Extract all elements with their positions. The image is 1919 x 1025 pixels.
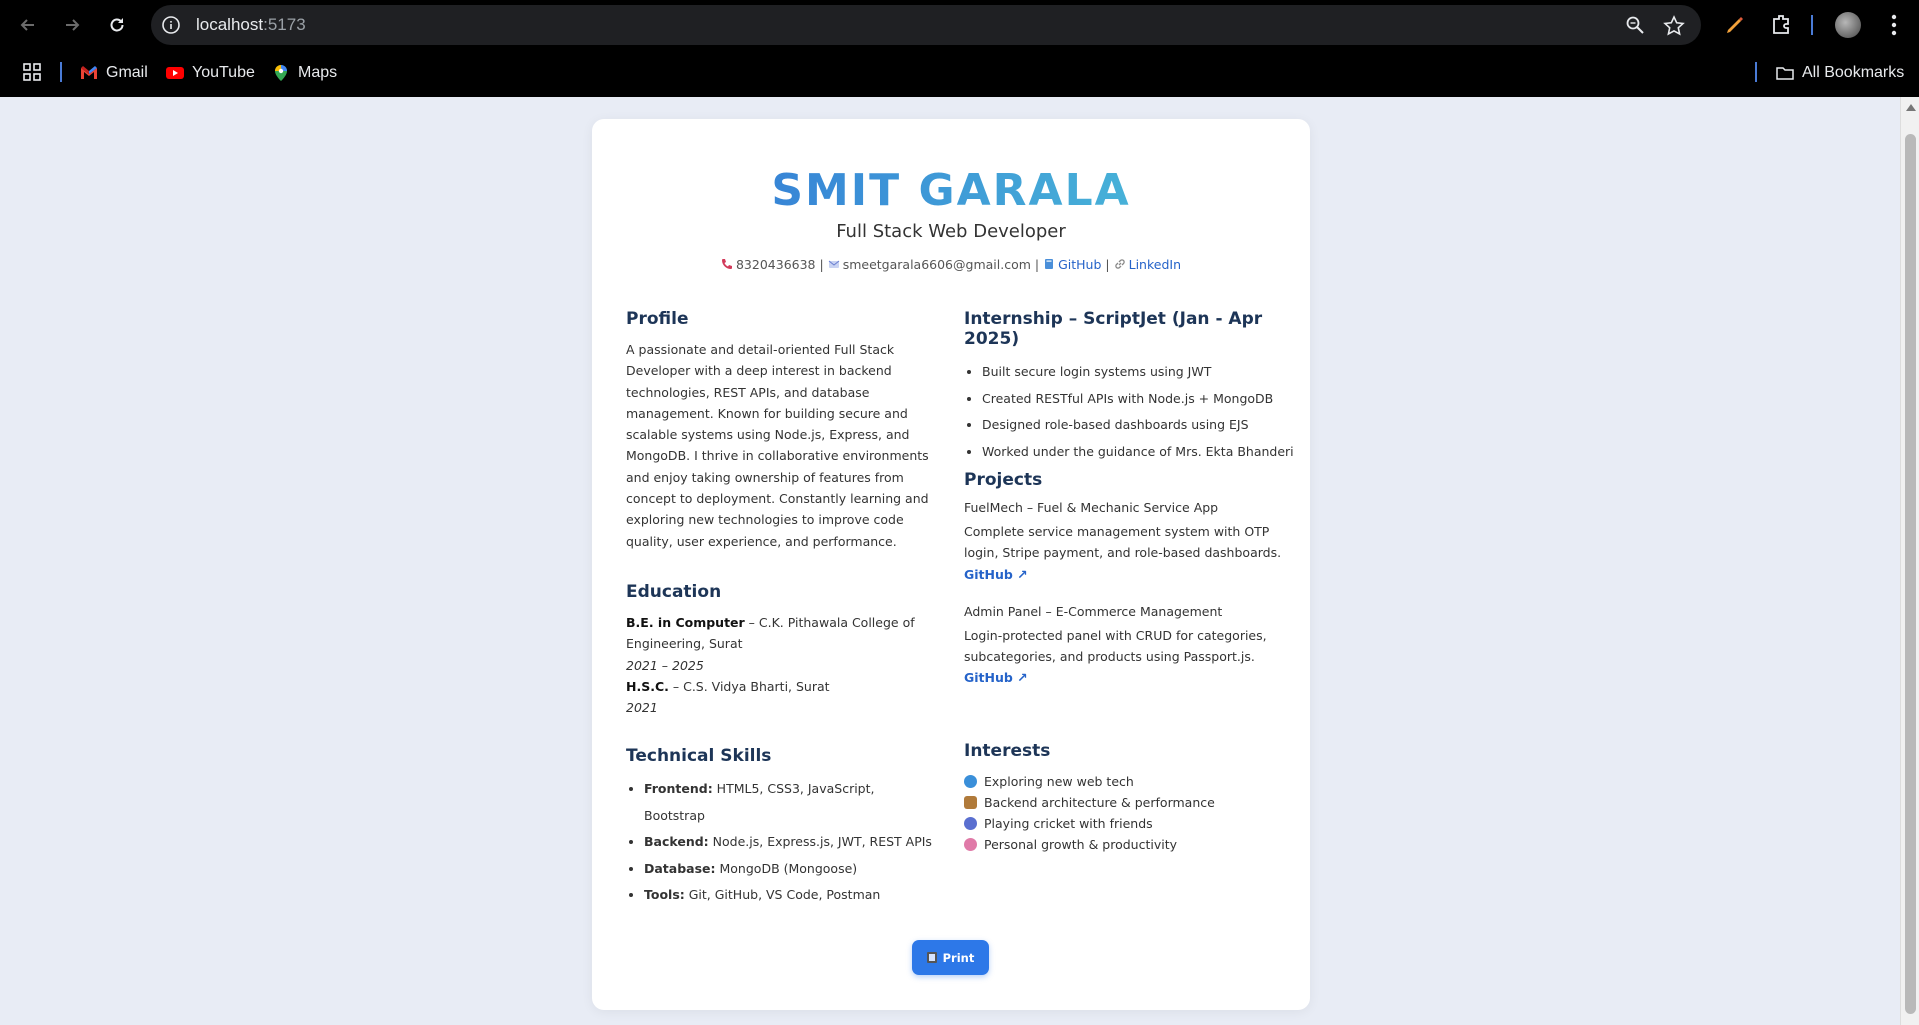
project-description: Login-protected panel with CRUD for cate… — [964, 627, 1267, 664]
site-info-icon[interactable] — [161, 15, 181, 35]
scroll-up-arrow[interactable] — [1906, 104, 1916, 111]
projects-section: Projects FuelMech – Fuel & Mechanic Serv… — [964, 470, 1294, 688]
project-github-link[interactable]: GitHub ↗ — [964, 667, 1028, 688]
section-heading: Internship – ScriptJet (Jan - Apr 2025) — [964, 309, 1263, 349]
interest-item: Personal growth & productivity — [964, 834, 1294, 855]
phone-text: 8320436638 — [735, 257, 816, 272]
browser-toolbar: localhost:5173 — [0, 0, 1919, 50]
apps-grid-icon[interactable] — [23, 63, 41, 81]
toolbar-divider — [1811, 15, 1813, 35]
contact-separator: | — [1034, 257, 1040, 272]
gmail-icon — [81, 66, 97, 79]
address-bar[interactable]: localhost:5173 — [151, 5, 1701, 45]
reload-icon[interactable] — [103, 11, 131, 39]
contact-line: 8320436638 | smeetgarala6606@gmail.com |… — [592, 257, 1310, 272]
section-heading: Technical Skills — [626, 746, 772, 766]
vertical-scrollbar[interactable] — [1900, 97, 1919, 1025]
profile-avatar[interactable] — [1835, 12, 1861, 38]
profile-text: A passionate and detail-oriented Full St… — [626, 342, 929, 549]
interest-item: Backend architecture & performance — [964, 792, 1294, 813]
bookmark-star-icon[interactable] — [1663, 15, 1685, 37]
bookmarks-divider-right — [1755, 62, 1757, 82]
brain-icon — [964, 838, 977, 851]
youtube-icon — [166, 67, 184, 79]
skill-item: Backend: Node.js, Express.js, JWT, REST … — [644, 829, 938, 856]
forward-icon[interactable] — [58, 11, 86, 39]
skill-item: Database: MongoDB (Mongoose) — [644, 856, 938, 883]
internship-item: Created RESTful APIs with Node.js + Mong… — [982, 386, 1294, 413]
section-heading: Education — [626, 582, 722, 602]
print-label: Print — [942, 950, 975, 965]
skills-list: Frontend: HTML5, CSS3, JavaScript, Boots… — [626, 776, 938, 909]
pen-extension-icon[interactable] — [1723, 13, 1747, 37]
printer-icon — [926, 952, 937, 963]
resume-name: SMIT GARALA — [592, 165, 1310, 216]
bookmarks-bar: Gmail YouTube Maps All Bookmarks — [0, 50, 1919, 97]
section-heading: Profile — [626, 309, 689, 329]
interest-item: Exploring new web tech — [964, 771, 1294, 792]
education-item: B.E. in Computer – C.K. Pithawala Colleg… — [626, 615, 915, 652]
bookmark-gmail[interactable]: Gmail — [80, 62, 148, 84]
book-icon — [1045, 259, 1054, 269]
email-text: smeetgarala6606@gmail.com — [842, 257, 1031, 272]
github-link[interactable]: GitHub — [1058, 257, 1101, 272]
profile-section: Profile A passionate and detail-oriented… — [626, 309, 938, 552]
back-icon[interactable] — [14, 11, 42, 39]
contact-separator: | — [1105, 257, 1110, 272]
contact-separator: | — [819, 257, 824, 272]
package-icon — [964, 796, 977, 809]
extensions-icon[interactable] — [1770, 13, 1794, 37]
interest-item: Playing cricket with friends — [964, 813, 1294, 834]
internship-item: Designed role-based dashboards using EJS — [982, 412, 1294, 439]
globe-icon — [964, 775, 977, 788]
email-icon — [828, 260, 840, 268]
skill-item: Frontend: HTML5, CSS3, JavaScript, Boots… — [644, 776, 938, 829]
bookmark-maps[interactable]: Maps — [272, 62, 337, 84]
bookmark-youtube[interactable]: YouTube — [166, 62, 255, 84]
resume-card: SMIT GARALA Full Stack Web Developer 832… — [592, 119, 1310, 1010]
link-icon — [1114, 259, 1125, 269]
skill-item: Tools: Git, GitHub, VS Code, Postman — [644, 882, 938, 909]
linkedin-link[interactable]: LinkedIn — [1129, 257, 1181, 272]
folder-icon — [1776, 67, 1794, 80]
internship-list: Built secure login systems using JWT Cre… — [964, 359, 1294, 465]
maps-icon — [275, 65, 287, 81]
more-menu-icon[interactable] — [1884, 12, 1904, 38]
resume-role: Full Stack Web Developer — [836, 221, 1066, 242]
skills-section: Technical Skills Frontend: HTML5, CSS3, … — [626, 746, 938, 909]
project-title: Admin Panel – E-Commerce Management — [964, 603, 1223, 619]
cricket-icon — [964, 817, 977, 830]
education-years: 2021 — [626, 700, 658, 716]
education-years: 2021 – 2025 — [626, 657, 704, 673]
print-button[interactable]: Print — [912, 940, 989, 975]
zoom-icon[interactable] — [1625, 15, 1645, 35]
internship-section: Internship – ScriptJet (Jan - Apr 2025) … — [964, 309, 1294, 465]
education-section: Education B.E. in Computer – C.K. Pithaw… — [626, 582, 938, 718]
all-bookmarks-button[interactable]: All Bookmarks — [1776, 62, 1904, 84]
project-github-link[interactable]: GitHub ↗ — [964, 564, 1028, 585]
project-title: FuelMech – Fuel & Mechanic Service App — [964, 500, 1219, 515]
scrollbar-thumb[interactable] — [1905, 134, 1916, 1014]
interests-section: Interests Exploring new web tech Backend… — [964, 741, 1294, 855]
education-item: H.S.C. – C.S. Vidya Bharti, Surat — [626, 678, 830, 694]
url-text[interactable]: localhost:5173 — [196, 15, 306, 35]
section-heading: Interests — [964, 741, 1051, 761]
bookmarks-divider — [60, 62, 62, 82]
section-heading: Projects — [964, 470, 1043, 490]
internship-item: Built secure login systems using JWT — [982, 359, 1294, 386]
internship-item: Worked under the guidance of Mrs. Ekta B… — [982, 439, 1294, 466]
phone-icon — [721, 259, 732, 269]
project-description: Complete service management system with … — [964, 524, 1282, 561]
